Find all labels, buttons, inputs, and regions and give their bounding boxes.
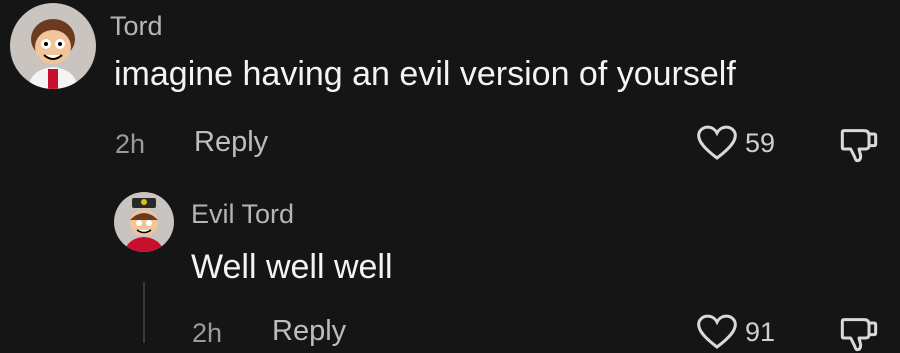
thumbs-down-icon xyxy=(840,318,878,352)
thread-line xyxy=(143,282,145,343)
comment-text: imagine having an evil version of yourse… xyxy=(114,55,736,93)
avatar[interactable] xyxy=(10,3,96,89)
comment-text: Well well well xyxy=(191,248,393,286)
like-count: 59 xyxy=(745,127,776,158)
like-button[interactable]: 91 xyxy=(697,313,775,351)
thumbs-down-icon xyxy=(840,129,878,163)
heart-outline-icon xyxy=(697,314,737,349)
like-button[interactable]: 59 xyxy=(697,124,775,162)
dislike-button[interactable] xyxy=(838,313,880,353)
comment-author[interactable]: Evil Tord xyxy=(191,199,294,230)
comment-author[interactable]: Tord xyxy=(110,11,163,42)
comment-time: 2h xyxy=(192,318,223,348)
heart-outline-icon xyxy=(697,125,737,160)
reply-button[interactable]: Reply xyxy=(272,315,346,348)
comment-time: 2h xyxy=(115,129,146,159)
dislike-button[interactable] xyxy=(838,124,880,164)
avatar[interactable] xyxy=(114,192,174,252)
reply-button[interactable]: Reply xyxy=(194,126,268,159)
